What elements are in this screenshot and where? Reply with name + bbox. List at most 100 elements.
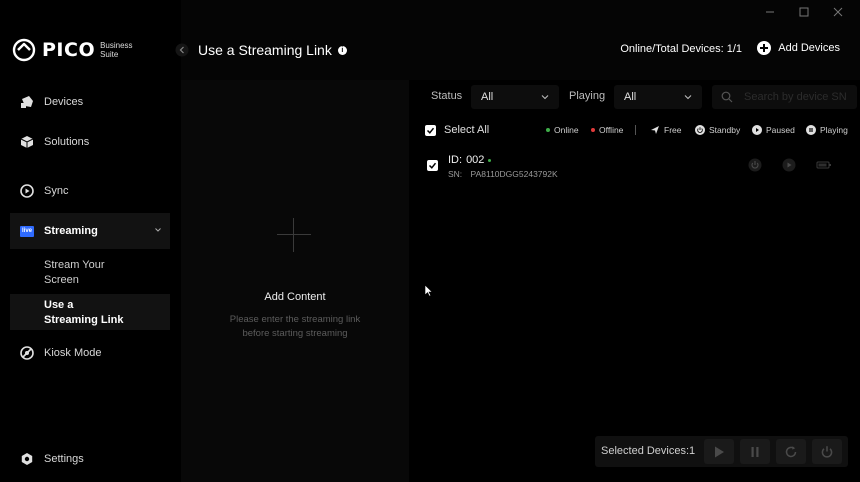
device-id: ID: 002 [448, 154, 492, 166]
window-controls [764, 6, 844, 18]
pause-icon [751, 446, 759, 457]
add-content-plus-icon[interactable] [277, 218, 311, 252]
device-sn-label: SN: [448, 169, 463, 179]
legend-online-label: Online [554, 125, 579, 135]
back-icon[interactable] [175, 43, 189, 57]
sidebar-item-label: Kiosk Mode [44, 347, 102, 359]
checkmark-icon [428, 162, 437, 169]
bulk-power-button[interactable] [812, 439, 842, 464]
sidebar-item-settings[interactable]: Settings [10, 441, 170, 477]
mouse-cursor-icon [424, 284, 433, 297]
search-input[interactable] [744, 85, 854, 109]
pause-icon [806, 125, 816, 135]
chevron-down-icon [684, 95, 692, 100]
select-all-label: Select All [444, 124, 490, 136]
selected-devices-count: Selected Devices:1 [601, 445, 696, 457]
brand-name: PICO [42, 39, 96, 61]
device-power-icon[interactable] [748, 158, 762, 172]
close-icon[interactable] [832, 6, 844, 18]
bulk-restart-button[interactable] [776, 439, 806, 464]
brand-sub-line2: Suite [100, 50, 119, 59]
power-icon [695, 125, 705, 135]
bulk-pause-button[interactable] [740, 439, 770, 464]
legend-free: Free [650, 125, 681, 135]
sidebar-item-label: Solutions [44, 136, 90, 148]
subitem-label-line2: Screen [44, 274, 79, 286]
sidebar-subitem-stream-your-screen[interactable]: Stream Your Screen [10, 258, 170, 290]
live-badge-icon: live [20, 224, 34, 238]
add-devices-label: Add Devices [778, 42, 840, 54]
legend-paused: Paused [752, 125, 795, 135]
content-panel: Add Content Please enter the streaming l… [181, 80, 409, 482]
status-filter-value: All [481, 91, 494, 103]
bulk-play-button[interactable] [704, 439, 734, 464]
sidebar-item-devices[interactable]: Devices [10, 84, 170, 120]
minimize-icon[interactable] [764, 6, 776, 18]
legend-paused-label: Paused [766, 125, 795, 135]
power-icon [821, 445, 833, 458]
device-sn-value: PA8110DGG5243792K [470, 169, 558, 179]
legend-playing-label: Playing [820, 125, 848, 135]
battery-icon [816, 161, 831, 169]
sidebar-item-streaming[interactable]: live Streaming [10, 213, 170, 249]
brand-sub-line1: Business [100, 41, 133, 50]
sidebar-item-label: Streaming [44, 225, 98, 237]
offline-dot-icon [591, 128, 595, 132]
chevron-down-icon [541, 95, 549, 100]
device-id-label: ID: [448, 154, 463, 166]
legend-playing: Playing [806, 125, 848, 135]
search-box [712, 85, 857, 109]
pico-logo: PICO Business Suite [12, 38, 133, 62]
info-icon[interactable]: i [337, 45, 347, 55]
page-title-text: Use a Streaming Link [198, 42, 332, 58]
hint-line1: Please enter the streaming link [229, 314, 361, 325]
sidebar-item-label: Devices [44, 96, 84, 108]
gear-icon [20, 452, 34, 466]
page-title: Use a Streaming Link i [198, 42, 347, 58]
device-checkbox[interactable] [427, 160, 438, 171]
add-content-title[interactable]: Add Content [181, 291, 409, 303]
sidebar-item-label: Sync [44, 185, 69, 197]
kiosk-icon [20, 346, 34, 360]
sidebar-item-label: Settings [44, 453, 84, 465]
legend-offline-label: Offline [599, 125, 624, 135]
search-icon [721, 91, 733, 103]
legend-divider [635, 125, 636, 135]
status-filter-select[interactable]: All [471, 85, 559, 109]
header: Use a Streaming Link i Online/Total Devi… [175, 0, 860, 80]
pico-logo-icon [12, 38, 36, 62]
online-dot-icon [546, 128, 550, 132]
checkmark-icon [426, 127, 435, 134]
subitem-label-line1: Use a [44, 299, 74, 311]
legend-standby-label: Standby [709, 125, 741, 135]
bulk-action-bar: Selected Devices:1 [595, 436, 848, 467]
subitem-label-line2: Streaming Link [44, 314, 124, 326]
chevron-down-icon [155, 228, 161, 232]
play-circle-icon [20, 184, 34, 198]
maximize-icon[interactable] [798, 6, 810, 18]
headset-icon [20, 95, 34, 109]
legend-offline: Offline [591, 125, 623, 135]
device-play-icon[interactable] [782, 158, 796, 172]
devices-panel: Status All Playing All Select All Online… [409, 80, 860, 482]
refresh-icon [785, 445, 797, 457]
brand-subtitle: Business Suite [100, 41, 132, 59]
add-devices-button[interactable]: Add Devices [757, 41, 840, 55]
send-icon [651, 126, 659, 134]
cube-icon [20, 135, 34, 149]
device-id-value: 002 [466, 154, 485, 166]
sidebar-subitem-use-streaming-link[interactable]: Use a Streaming Link [10, 294, 170, 330]
hint-line2: before starting streaming [242, 328, 348, 339]
sidebar-item-kiosk-mode[interactable]: Kiosk Mode [10, 335, 170, 371]
play-icon [715, 446, 724, 457]
playing-filter-select[interactable]: All [614, 85, 702, 109]
sidebar-item-sync[interactable]: Sync [10, 173, 170, 209]
subitem-label-line1: Stream Your [44, 259, 105, 271]
status-filter-label: Status [431, 90, 463, 102]
add-content-hint: Please enter the streaming link before s… [181, 313, 409, 341]
device-sn: SN: PA8110DGG5243792K [448, 169, 558, 179]
legend-free-label: Free [664, 125, 682, 135]
online-status-dot [488, 158, 492, 162]
select-all-checkbox[interactable] [425, 125, 436, 136]
sidebar-item-solutions[interactable]: Solutions [10, 124, 170, 160]
